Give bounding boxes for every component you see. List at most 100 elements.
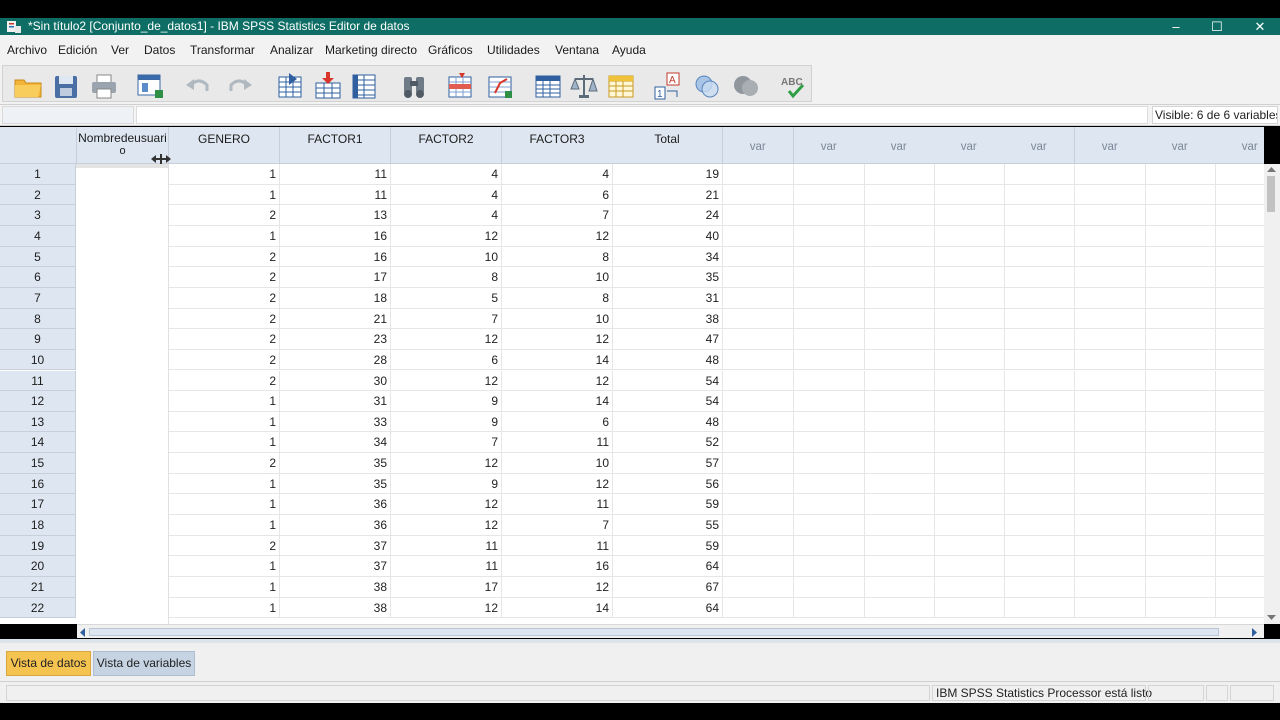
cell-reference-field[interactable] — [2, 106, 134, 124]
empty-cell[interactable] — [1215, 432, 1264, 454]
empty-cell[interactable] — [723, 349, 794, 371]
table-cell[interactable]: 14 — [502, 349, 613, 371]
table-cell[interactable]: 38 — [280, 597, 391, 619]
table-cell[interactable]: 16 — [502, 556, 613, 577]
row-header[interactable]: 13 — [0, 411, 76, 433]
empty-cell[interactable] — [1215, 556, 1264, 577]
empty-cell[interactable] — [723, 432, 794, 454]
table-cell[interactable]: 21 — [612, 184, 723, 206]
table-cell[interactable]: 11 — [280, 164, 391, 185]
menu-graficos[interactable]: Gráficos — [428, 43, 473, 57]
empty-cell[interactable] — [934, 494, 1005, 516]
table-cell[interactable]: 1 — [169, 184, 280, 206]
empty-cell[interactable] — [1145, 184, 1216, 206]
row-header[interactable]: 7 — [0, 287, 76, 309]
column-header-factor2[interactable]: FACTOR2 — [391, 127, 502, 164]
table-cell[interactable]: 35 — [612, 267, 723, 288]
table-cell[interactable]: 12 — [391, 494, 502, 516]
table-cell[interactable]: 14 — [502, 597, 613, 619]
horizontal-scroll-thumb[interactable] — [89, 628, 1219, 636]
empty-cell[interactable] — [1075, 308, 1146, 330]
maximize-button[interactable]: ☐ — [1194, 18, 1240, 35]
empty-cell[interactable] — [723, 308, 794, 330]
variables-icon[interactable] — [349, 71, 379, 101]
row-header[interactable]: 5 — [0, 246, 76, 268]
table-cell[interactable]: 6 — [502, 411, 613, 433]
empty-cell[interactable] — [794, 267, 865, 288]
empty-cell[interactable] — [1215, 247, 1264, 268]
table-cell[interactable]: 9 — [391, 411, 502, 433]
empty-cell[interactable] — [1004, 246, 1075, 268]
empty-cell[interactable] — [934, 535, 1005, 557]
empty-cell[interactable] — [1004, 329, 1075, 350]
empty-cell[interactable] — [1004, 349, 1075, 371]
empty-cell[interactable] — [1145, 246, 1216, 268]
menu-archivo[interactable]: Archivo — [7, 43, 47, 57]
insert-cases-icon[interactable] — [445, 71, 475, 101]
empty-cell[interactable] — [864, 349, 935, 371]
empty-cell[interactable] — [794, 184, 865, 206]
empty-cell[interactable] — [934, 411, 1005, 433]
table-cell[interactable]: 19 — [612, 164, 723, 185]
empty-cell[interactable] — [1004, 184, 1075, 206]
table-cell[interactable]: 2 — [169, 329, 280, 350]
empty-cell[interactable] — [864, 535, 935, 557]
table-cell[interactable]: 12 — [502, 329, 613, 350]
table-cell[interactable]: 12 — [502, 473, 613, 495]
empty-cell[interactable] — [723, 556, 794, 577]
table-cell[interactable]: 12 — [391, 453, 502, 474]
empty-cell[interactable] — [1215, 309, 1264, 330]
empty-cell[interactable] — [723, 164, 794, 185]
empty-cell[interactable] — [1004, 391, 1075, 412]
empty-cell[interactable] — [1215, 453, 1264, 474]
empty-cell[interactable] — [794, 515, 865, 536]
table-cell[interactable]: 33 — [280, 411, 391, 433]
empty-cell[interactable] — [1215, 267, 1264, 288]
table-cell[interactable]: 12 — [391, 370, 502, 392]
empty-cell[interactable] — [1004, 473, 1075, 495]
empty-cell[interactable] — [1215, 185, 1264, 206]
table-cell[interactable]: 1 — [169, 391, 280, 412]
empty-cell[interactable] — [1215, 371, 1264, 392]
menu-analizar[interactable]: Analizar — [270, 43, 313, 57]
table-cell[interactable]: 2 — [169, 453, 280, 474]
empty-cell[interactable] — [1145, 225, 1216, 247]
empty-cell[interactable] — [723, 597, 794, 619]
row-header[interactable]: 19 — [0, 535, 76, 557]
table-cell[interactable]: 8 — [502, 246, 613, 268]
empty-cell[interactable] — [1145, 411, 1216, 433]
empty-cell[interactable] — [864, 225, 935, 247]
empty-cell[interactable] — [864, 287, 935, 309]
empty-cell[interactable] — [794, 329, 865, 350]
table-cell[interactable]: 4 — [391, 164, 502, 185]
empty-cell[interactable] — [1215, 350, 1264, 371]
empty-cell[interactable] — [1004, 205, 1075, 226]
empty-cell[interactable] — [864, 329, 935, 350]
table-cell[interactable]: 35 — [280, 453, 391, 474]
empty-cell[interactable] — [794, 205, 865, 226]
insert-variable-icon[interactable] — [485, 71, 515, 101]
table-cell[interactable]: 30 — [280, 370, 391, 392]
row-header[interactable]: 18 — [0, 515, 76, 536]
table-cell[interactable]: 10 — [502, 308, 613, 330]
print-icon[interactable] — [89, 71, 119, 101]
table-cell[interactable]: 54 — [612, 370, 723, 392]
empty-cell[interactable] — [1145, 391, 1216, 412]
empty-cell[interactable] — [864, 411, 935, 433]
table-cell[interactable]: 37 — [280, 556, 391, 577]
table-cell[interactable]: 2 — [169, 349, 280, 371]
table-cell[interactable]: 7 — [391, 308, 502, 330]
empty-cell[interactable] — [1145, 535, 1216, 557]
dialog-recall-icon[interactable] — [135, 71, 165, 101]
empty-cell[interactable] — [723, 577, 794, 598]
menu-ayuda[interactable]: Ayuda — [612, 43, 646, 57]
row-header[interactable]: 21 — [0, 577, 76, 598]
menu-datos[interactable]: Datos — [144, 43, 175, 57]
table-cell[interactable]: 11 — [502, 494, 613, 516]
use-sets-icon[interactable] — [692, 71, 722, 101]
row-header[interactable]: 3 — [0, 205, 76, 226]
empty-cell[interactable] — [1215, 288, 1264, 309]
empty-cell[interactable] — [1075, 515, 1146, 536]
empty-cell[interactable] — [1075, 287, 1146, 309]
row-header[interactable]: 1 — [0, 164, 76, 185]
